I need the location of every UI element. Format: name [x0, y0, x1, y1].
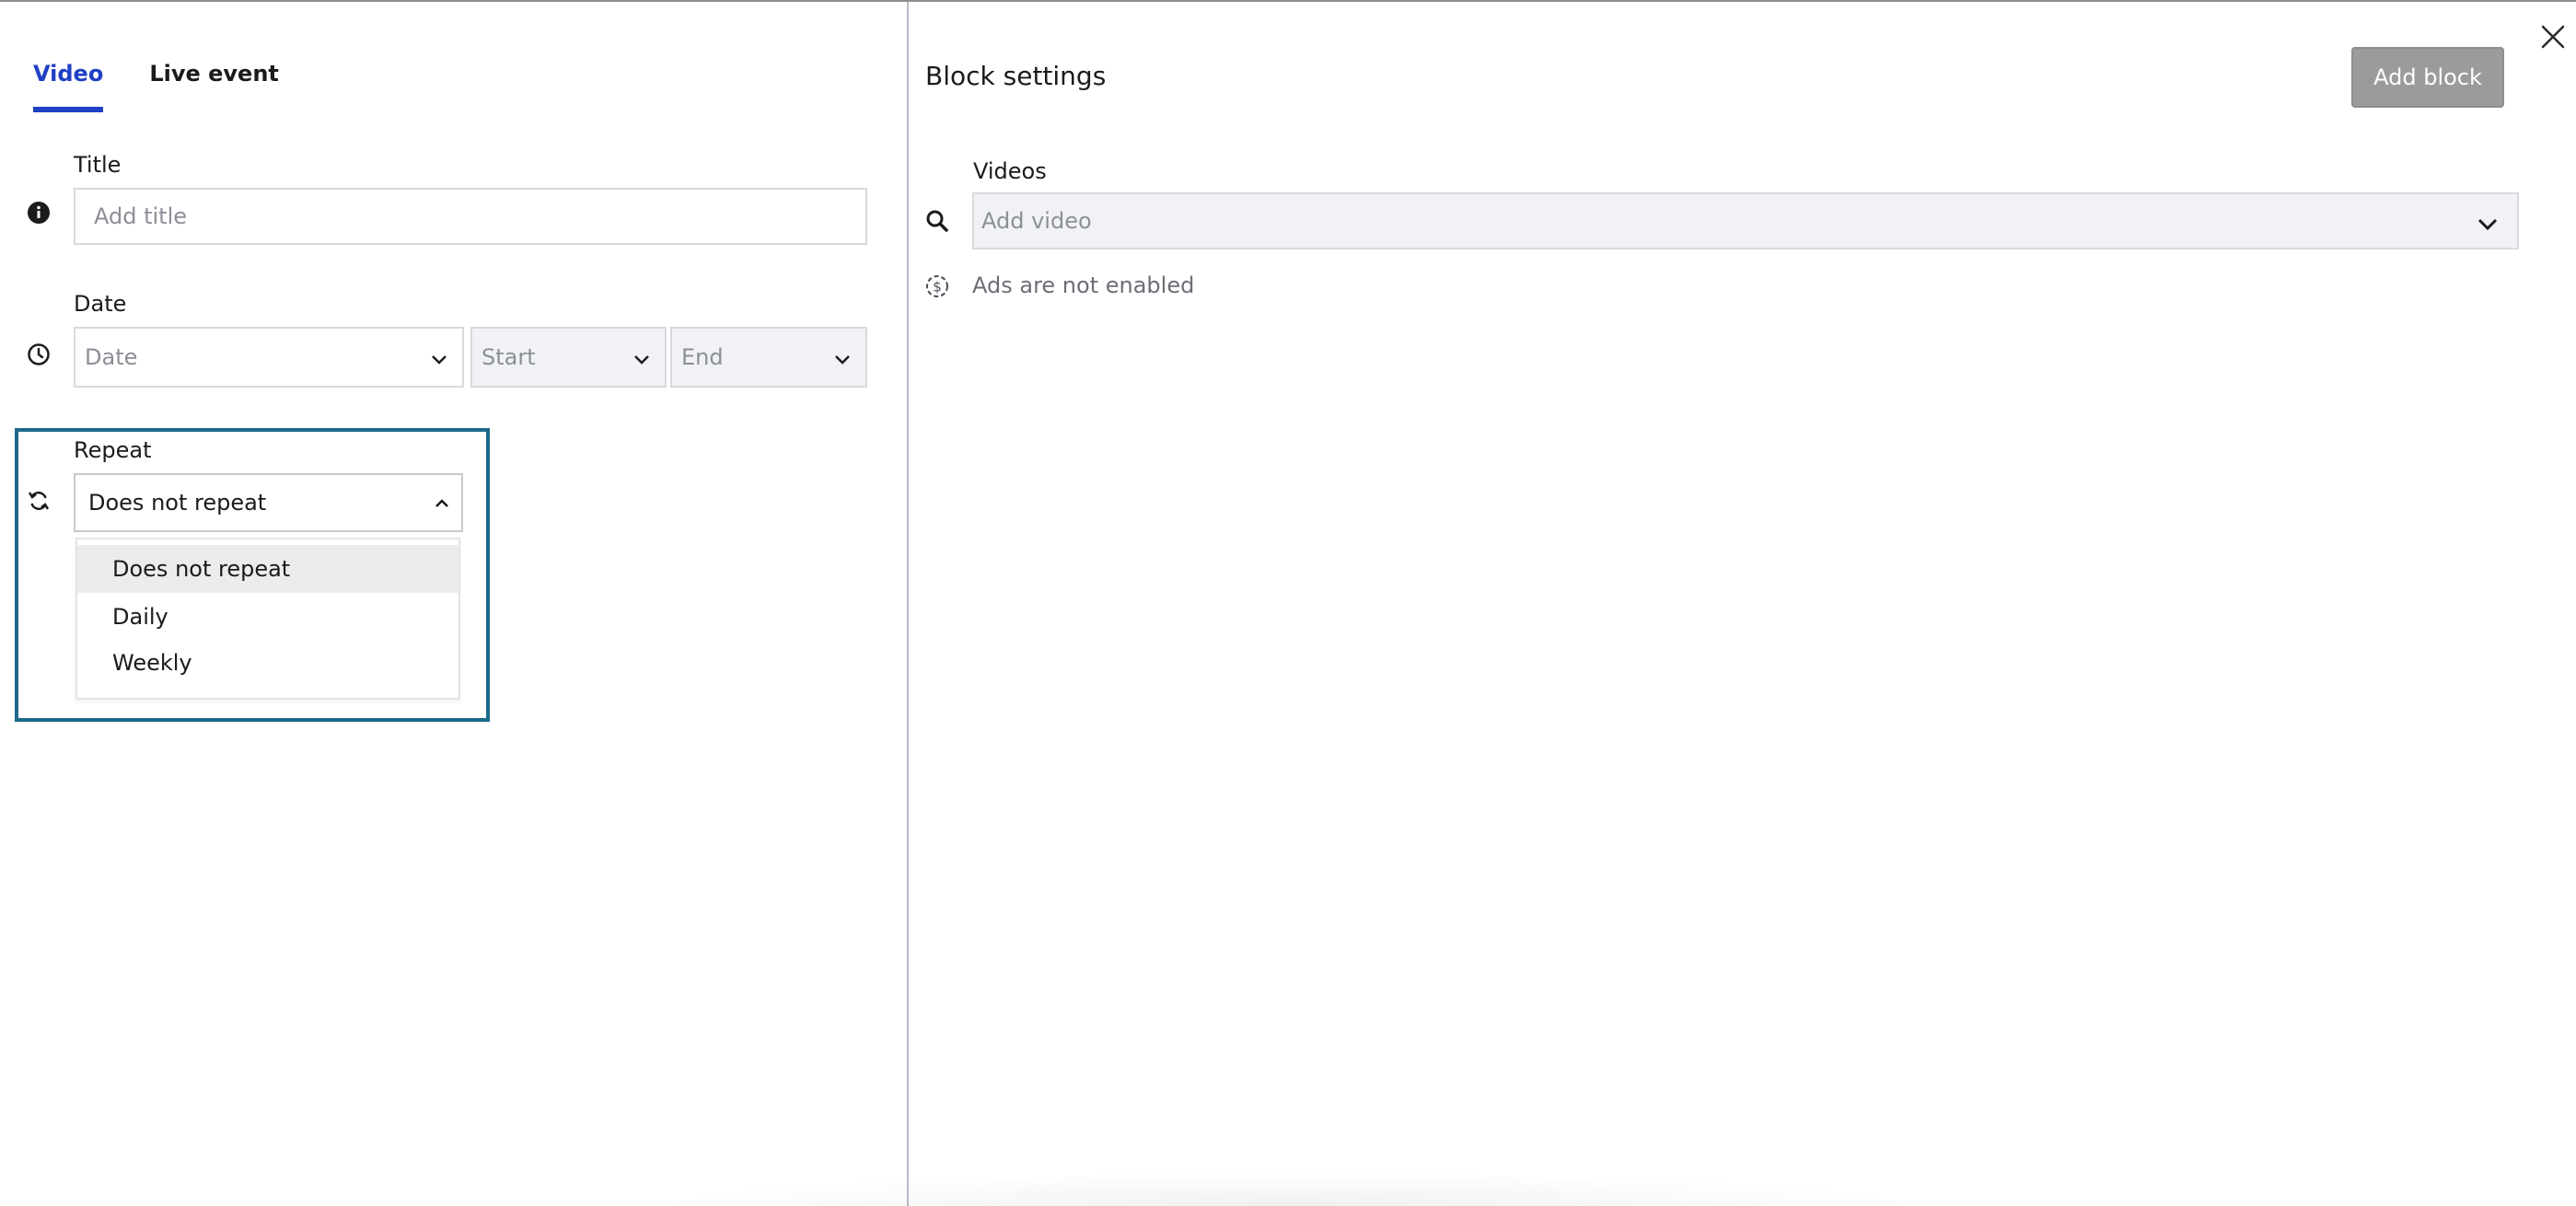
chevron-up-icon — [435, 499, 448, 507]
block-settings-title: Block settings — [925, 61, 1107, 91]
block-settings-panel: Block settings Add block Videos Add vide… — [911, 2, 2576, 1206]
date-select[interactable]: Date — [74, 327, 464, 388]
chevron-down-icon — [2477, 218, 2498, 231]
chevron-down-icon — [634, 355, 649, 365]
tab-video[interactable]: Video — [33, 61, 104, 112]
repeat-select-value: Does not repeat — [88, 490, 267, 516]
date-label: Date — [74, 291, 127, 317]
close-icon[interactable] — [2538, 22, 2568, 52]
search-icon — [926, 210, 948, 232]
svg-text:$: $ — [933, 279, 942, 296]
video-search-value: Add video — [981, 208, 1092, 234]
chevron-down-icon — [835, 355, 850, 365]
end-time-select[interactable]: End — [670, 327, 867, 388]
add-block-button[interactable]: Add block — [2351, 47, 2504, 108]
tab-bar: Video Live event — [33, 61, 279, 112]
repeat-select[interactable]: Does not repeat — [74, 473, 463, 532]
videos-label: Videos — [973, 158, 1047, 184]
repeat-option-weekly[interactable]: Weekly — [77, 639, 458, 687]
start-time-select[interactable]: Start — [470, 327, 667, 388]
title-label: Title — [74, 152, 122, 178]
ads-status-text: Ads are not enabled — [972, 273, 1195, 298]
repeat-option-does-not-repeat[interactable]: Does not repeat — [77, 545, 458, 593]
chevron-down-icon — [432, 355, 447, 365]
video-search-select[interactable]: Add video — [972, 192, 2519, 249]
tab-live-event[interactable]: Live event — [149, 61, 279, 112]
start-time-value: Start — [482, 344, 536, 370]
repeat-option-daily[interactable]: Daily — [77, 593, 458, 641]
page: Video Live event Title Date Date Start E… — [0, 0, 2576, 1206]
repeat-icon — [28, 492, 50, 510]
ads-disabled-icon: $ — [926, 275, 948, 297]
date-select-value: Date — [85, 344, 138, 370]
end-time-value: End — [681, 344, 724, 370]
repeat-label: Repeat — [74, 437, 152, 463]
title-input[interactable] — [74, 188, 867, 245]
clock-icon — [28, 343, 50, 365]
left-pane: Video Live event Title Date Date Start E… — [0, 2, 909, 1206]
bottom-shadow — [644, 1171, 1933, 1206]
info-icon — [28, 202, 50, 224]
repeat-dropdown-menu: Does not repeat Daily Weekly — [75, 538, 460, 700]
